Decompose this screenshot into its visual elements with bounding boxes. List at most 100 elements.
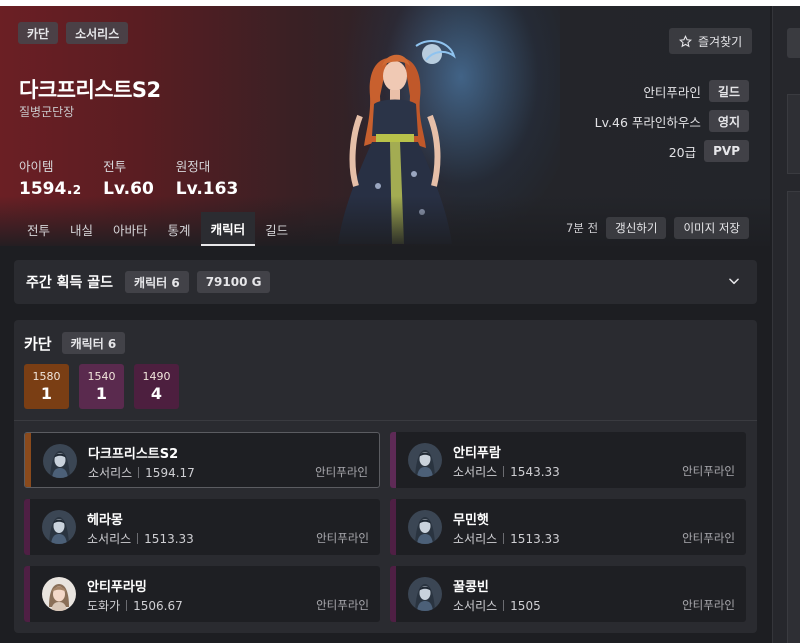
tab-combat[interactable]: 전투 <box>17 212 60 246</box>
level-group-box[interactable]: 1540 1 <box>79 364 124 409</box>
guild-chip: 길드 <box>708 80 749 102</box>
card-guild: 안티푸라인 <box>316 598 369 612</box>
chevron-down-icon[interactable] <box>727 274 741 288</box>
card-item-level: 1513.33 <box>144 531 194 546</box>
sidebar-panel <box>787 191 800 643</box>
estate-chip: 영지 <box>708 110 749 132</box>
character-hero-banner: 카단 소서리스 다크프리스트S2 질병군단장 아이템 1594.2 전투 Lv.… <box>0 6 770 246</box>
separator <box>503 466 505 477</box>
level-group-box[interactable]: 1490 4 <box>134 364 179 409</box>
pvp-row: 20급 PVP <box>669 140 749 162</box>
level-group-box[interactable]: 1580 1 <box>24 364 69 409</box>
card-class: 소서리스 <box>87 532 132 546</box>
gold-character-count-chip: 캐릭터 6 <box>125 271 189 293</box>
updated-ago: 7분 전 <box>565 221 599 235</box>
server-chip: 카단 <box>18 22 59 44</box>
level-group-list: 1580 1 1540 1 1490 4 <box>24 364 179 409</box>
level-group-count: 1 <box>40 384 53 403</box>
character-card[interactable]: 꿀콩빈 소서리스 1505 안티푸라인 <box>390 566 746 622</box>
card-guild: 안티푸라인 <box>315 465 368 479</box>
card-class-level: 소서리스 1513.33 <box>453 530 560 547</box>
class-chip: 소서리스 <box>66 22 129 44</box>
level-group-level: 1540 <box>87 370 116 383</box>
character-name: 다크프리스트S2 <box>19 78 161 102</box>
pvp-grade: 20급 <box>668 144 697 160</box>
card-item-level: 1505 <box>510 598 541 613</box>
card-class-level: 도화가 1506.67 <box>87 597 183 614</box>
card-accent <box>390 432 396 488</box>
stat-value: 1594.2 <box>19 179 82 199</box>
card-class-level: 소서리스 1513.33 <box>87 530 194 547</box>
stat-label: 전투 <box>103 159 127 174</box>
avatar <box>408 577 442 611</box>
card-guild: 안티푸라인 <box>682 598 735 612</box>
avatar <box>42 577 76 611</box>
card-class-level: 소서리스 1505 <box>453 597 541 614</box>
profile-tabs: 전투 내실 아바타 통계 캐릭터 길드 <box>17 212 298 246</box>
card-character-name: 안티푸라밍 <box>87 580 147 595</box>
character-card[interactable]: 안티푸라밍 도화가 1506.67 안티푸라인 <box>24 566 380 622</box>
pvp-chip: PVP <box>704 140 749 162</box>
star-icon <box>679 34 692 47</box>
save-image-button[interactable]: 이미지 저장 <box>674 217 749 239</box>
character-card[interactable]: 무민햇 소서리스 1513.33 안티푸라인 <box>390 499 746 555</box>
sidebar-button[interactable] <box>787 28 800 58</box>
character-card[interactable]: 안티푸람 소서리스 1543.33 안티푸라인 <box>390 432 746 488</box>
estate-name: Lv.46 푸라인하우스 <box>594 114 701 130</box>
card-guild: 안티푸라인 <box>316 531 369 545</box>
card-accent <box>390 499 396 555</box>
card-item-level: 1506.67 <box>133 598 183 613</box>
gold-amount-chip: 79100 G <box>196 271 271 293</box>
sidebar-panel <box>787 94 800 174</box>
tab-avatar[interactable]: 아바타 <box>103 212 158 246</box>
stat-label: 원정대 <box>175 159 211 174</box>
card-character-name: 다크프리스트S2 <box>88 447 179 462</box>
roster-count-chip: 캐릭터 6 <box>61 332 126 354</box>
stat-combat-level: 전투 Lv.60 <box>103 156 154 199</box>
separator <box>138 467 140 478</box>
separator <box>503 533 505 544</box>
card-guild: 안티푸라인 <box>682 531 735 545</box>
card-class: 소서리스 <box>453 599 498 613</box>
weekly-gold-bar[interactable]: 주간 획득 골드 캐릭터 6 79100 G <box>14 260 757 304</box>
separator <box>137 533 139 544</box>
favorite-button[interactable]: 즐겨찾기 <box>669 28 753 54</box>
level-group-count: 4 <box>150 384 163 403</box>
character-card[interactable]: 다크프리스트S2 소서리스 1594.17 안티푸라인 <box>24 432 380 488</box>
card-character-name: 헤라몽 <box>87 513 123 528</box>
stat-value: Lv.163 <box>175 179 239 199</box>
hero-actions: 7분 전 갱신하기 이미지 저장 <box>566 217 749 239</box>
character-title: 질병군단장 <box>19 105 75 119</box>
card-item-level: 1513.33 <box>510 531 560 546</box>
refresh-button[interactable]: 갱신하기 <box>606 217 667 239</box>
separator <box>503 600 505 611</box>
card-item-level: 1543.33 <box>510 464 560 479</box>
card-class: 소서리스 <box>453 532 498 546</box>
character-roster: 카단 캐릭터 6 1580 1 1540 1 1490 4 다크프리스트S2 소… <box>14 320 757 633</box>
roster-divider <box>14 420 757 421</box>
stat-label: 아이템 <box>19 159 54 174</box>
guild-row: 안티푸라인 길드 <box>643 80 749 102</box>
card-class: 소서리스 <box>453 465 498 479</box>
tab-stats[interactable]: 통계 <box>158 212 201 246</box>
hero-chip-group: 카단 소서리스 <box>18 22 129 44</box>
stat-item-level: 아이템 1594.2 <box>19 156 81 199</box>
tab-character[interactable]: 캐릭터 <box>200 212 256 246</box>
tab-inner[interactable]: 내실 <box>60 212 103 246</box>
card-character-name: 안티푸람 <box>453 446 501 461</box>
card-class-level: 소서리스 1543.33 <box>453 463 560 480</box>
level-group-level: 1580 <box>32 370 61 383</box>
character-card[interactable]: 헤라몽 소서리스 1513.33 안티푸라인 <box>24 499 380 555</box>
estate-row: Lv.46 푸라인하우스 영지 <box>595 110 749 132</box>
card-accent <box>390 566 396 622</box>
weekly-gold-title: 주간 획득 골드 <box>26 275 114 291</box>
right-sidebar-edge <box>772 6 800 643</box>
card-accent <box>24 566 30 622</box>
level-group-count: 1 <box>95 384 108 403</box>
card-class-level: 소서리스 1594.17 <box>88 464 195 481</box>
favorite-label: 즐겨찾기 <box>698 34 743 49</box>
avatar <box>42 510 76 544</box>
card-character-name: 꿀콩빈 <box>453 580 489 595</box>
guild-name: 안티푸라인 <box>643 84 701 100</box>
tab-guild[interactable]: 길드 <box>255 212 298 246</box>
